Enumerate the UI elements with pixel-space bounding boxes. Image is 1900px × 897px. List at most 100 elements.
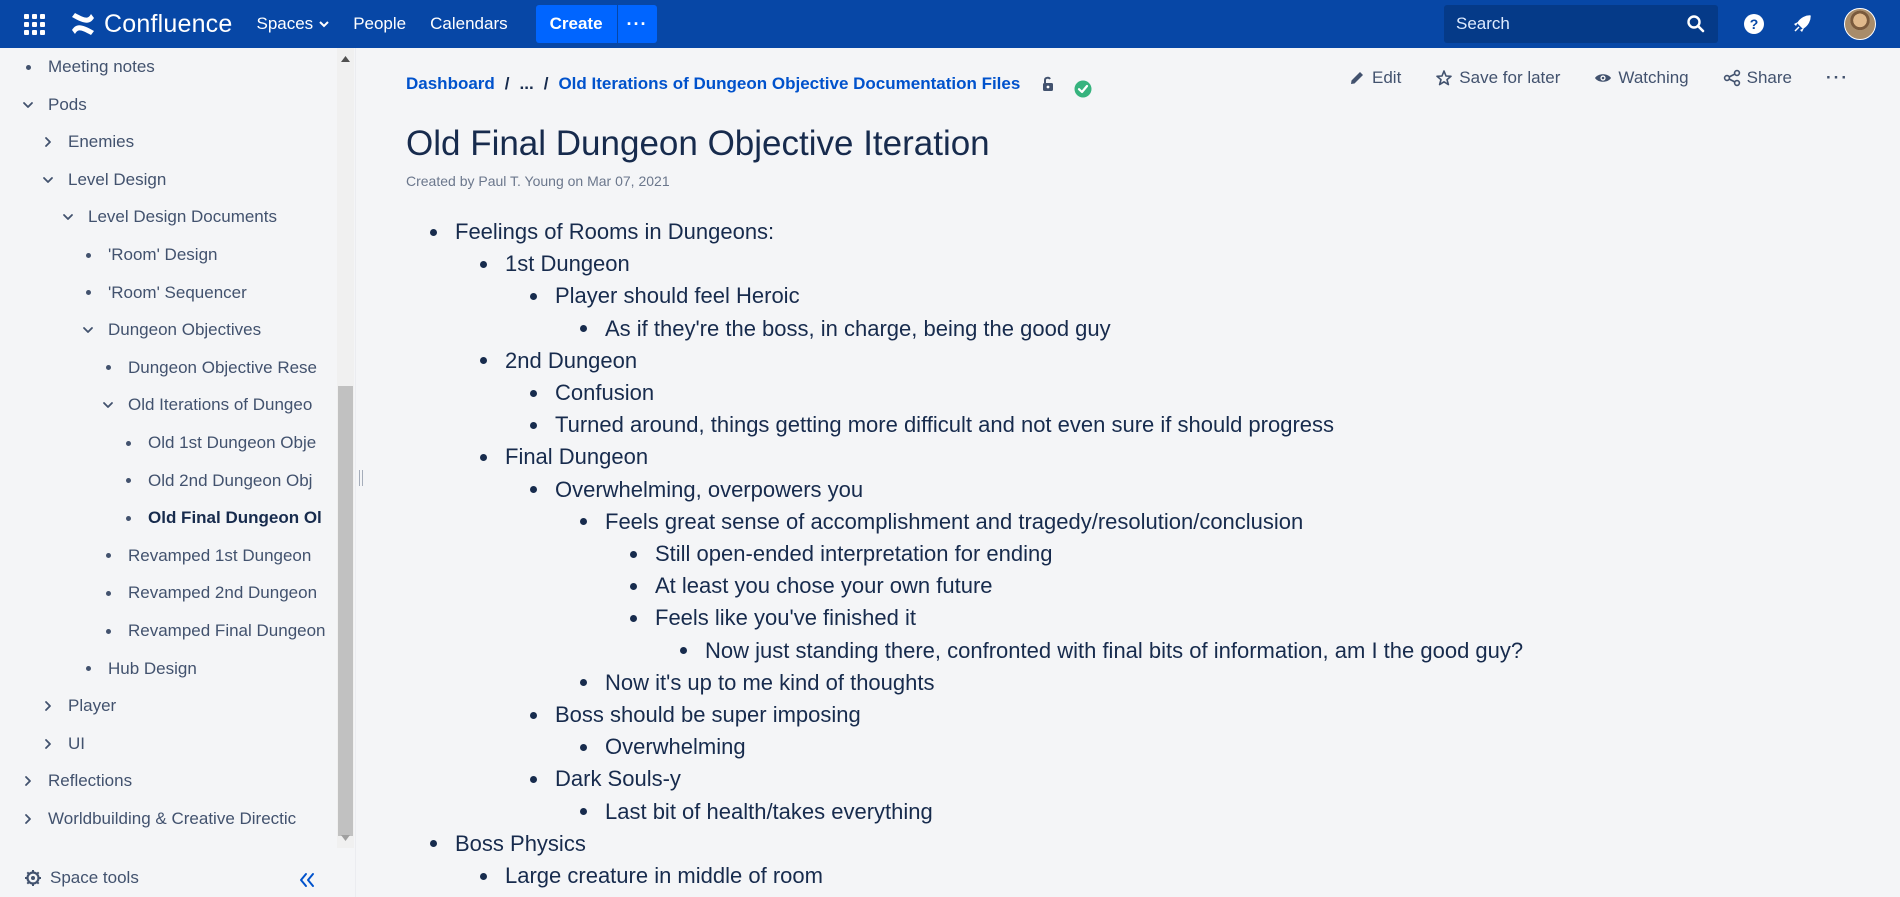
share-label: Share — [1746, 68, 1793, 87]
svg-text:?: ? — [1750, 16, 1759, 32]
scrollbar-thumb[interactable] — [338, 386, 353, 836]
gear-icon — [25, 870, 41, 886]
sidebar-item-label: Meeting notes — [48, 57, 155, 76]
sidebar-item-label: Player — [68, 696, 117, 716]
sidebar-item-label: Old 1st Dungeon Obje — [148, 433, 317, 452]
sidebar-item[interactable]: Old Final Dungeon Ol — [120, 503, 322, 533]
nav-people[interactable]: People — [353, 14, 406, 34]
create-more-button[interactable]: ··· — [616, 5, 657, 43]
chevron-down-icon[interactable] — [40, 172, 56, 188]
sidebar-item[interactable]: Revamped 2nd Dungeon — [100, 578, 317, 608]
list-item-text: Overwhelming — [605, 734, 746, 760]
sidebar-item[interactable]: Revamped 1st Dungeon — [100, 541, 311, 571]
sidebar-scrollbar[interactable] — [337, 48, 354, 848]
app-switcher-icon[interactable] — [10, 0, 58, 48]
edit-label: Edit — [1372, 68, 1402, 87]
bullet-dot-icon — [530, 486, 537, 494]
sidebar-item[interactable]: Hub Design — [80, 654, 197, 684]
sidebar-item[interactable]: 'Room' Sequencer — [80, 278, 247, 308]
sidebar-item-label: Old Iterations of Dungeo — [128, 395, 313, 415]
scroll-up-arrow-icon[interactable] — [337, 50, 354, 67]
chevron-down-icon[interactable] — [80, 322, 96, 338]
sidebar-item[interactable]: Old 1st Dungeon Obje — [120, 428, 316, 458]
space-tools-button[interactable]: Space tools — [24, 868, 139, 888]
chevron-right-icon[interactable] — [20, 773, 36, 789]
sidebar-item[interactable]: Worldbuilding & Creative Directic — [20, 804, 296, 834]
share-button[interactable]: Share — [1723, 68, 1792, 88]
sidebar-item[interactable]: Dungeon Objective Rese — [100, 353, 317, 383]
nav-spaces[interactable]: Spaces — [256, 14, 329, 34]
nav-calendars-label: Calendars — [430, 14, 508, 33]
sidebar-item[interactable]: 'Room' Design — [80, 240, 217, 270]
sidebar-item[interactable]: Old Iterations of Dungeo — [100, 390, 312, 420]
page-byline: Created by Paul T. Young on Mar 07, 2021 — [406, 173, 670, 189]
more-actions-icon[interactable]: ··· — [1826, 68, 1849, 88]
bullet-dot-icon — [120, 510, 136, 526]
list-item-text: As if they're the boss, in charge, being… — [605, 315, 1111, 341]
unlock-icon[interactable] — [1040, 75, 1058, 93]
sidebar-item[interactable]: Meeting notes — [20, 52, 155, 82]
chevron-right-icon[interactable] — [40, 134, 56, 150]
more-icon: ··· — [626, 14, 648, 34]
chevron-down-icon[interactable] — [60, 209, 76, 225]
chevron-down-icon[interactable] — [100, 397, 116, 413]
breadcrumb-ellipsis[interactable]: ... — [520, 74, 534, 94]
avatar[interactable] — [1844, 8, 1876, 40]
confluence-logo[interactable]: Confluence — [70, 10, 232, 39]
bullet-dot-icon — [480, 357, 487, 365]
chevron-right-icon[interactable] — [20, 811, 36, 827]
bullet-dot-icon — [480, 260, 487, 268]
collapse-sidebar-icon[interactable] — [297, 870, 317, 890]
breadcrumb-dashboard[interactable]: Dashboard — [406, 74, 495, 94]
sidebar-item[interactable]: Pods — [20, 90, 87, 120]
sidebar-item[interactable]: Old 2nd Dungeon Obj — [120, 466, 312, 496]
chevron-right-icon[interactable] — [40, 698, 56, 714]
notifications-icon[interactable] — [1790, 12, 1814, 36]
main-content: Dashboard / ... / Old Iterations of Dung… — [366, 48, 1900, 897]
watching-button[interactable]: Watching — [1594, 68, 1689, 88]
bullet-dot-icon — [100, 548, 116, 564]
sidebar-item[interactable]: Reflections — [20, 766, 132, 796]
bullet-dot-icon — [430, 228, 437, 236]
sidebar-item-label: Old 2nd Dungeon Obj — [148, 470, 313, 490]
logo-text: Confluence — [104, 9, 233, 38]
create-button[interactable]: Create — [535, 5, 617, 43]
search-icon[interactable] — [1686, 14, 1706, 34]
bullet-dot-icon — [530, 711, 537, 719]
sidebar-item[interactable]: Level Design Documents — [60, 202, 277, 232]
sidebar-item[interactable]: Enemies — [40, 127, 134, 157]
list-item-text: Turned around, things getting more diffi… — [555, 412, 1335, 438]
sidebar-item[interactable]: Level Design — [40, 165, 166, 195]
list-item-text: 2nd Dungeon — [505, 347, 638, 373]
sidebar-resize-handle[interactable] — [357, 470, 365, 490]
bullet-dot-icon — [530, 421, 537, 429]
save-for-later-button[interactable]: Save for later — [1435, 68, 1560, 88]
create-group: Create ··· — [535, 5, 657, 43]
sidebar-item[interactable]: Player — [40, 691, 116, 721]
share-icon — [1723, 69, 1740, 87]
sidebar-item-label: Level Design Documents — [88, 207, 277, 227]
chevron-down-icon[interactable] — [20, 97, 36, 113]
list-item: Feelings of Rooms in Dungeons: — [430, 216, 774, 248]
sidebar-item[interactable]: Dungeon Objectives — [80, 315, 261, 345]
bullet-dot-icon — [580, 679, 587, 687]
bullet-dot-icon — [120, 435, 136, 451]
edit-button[interactable]: Edit — [1348, 68, 1401, 88]
breadcrumb-parent[interactable]: Old Iterations of Dungeon Objective Docu… — [558, 74, 1020, 94]
search-input[interactable] — [1456, 14, 1676, 34]
bullet-dot-icon — [580, 808, 587, 816]
sidebar-item-label: 'Room' Sequencer — [108, 282, 247, 302]
sidebar-item[interactable]: Revamped Final Dungeon — [100, 616, 326, 646]
list-item-text: Overwhelming, overpowers you — [555, 476, 864, 502]
list-item: Feels like you've finished it — [630, 602, 916, 634]
chevron-right-icon[interactable] — [40, 736, 56, 752]
help-icon[interactable]: ? — [1742, 12, 1766, 36]
sidebar-item-label: Worldbuilding & Creative Directic — [48, 809, 297, 828]
nav-calendars[interactable]: Calendars — [430, 14, 508, 34]
list-item: 1st Dungeon — [480, 248, 630, 280]
list-item: Overwhelming — [580, 731, 746, 763]
sidebar-item[interactable]: UI — [40, 729, 85, 759]
list-item-text: Feelings of Rooms in Dungeons: — [455, 219, 775, 244]
bullet-dot-icon — [120, 473, 136, 489]
scroll-down-arrow-icon[interactable] — [337, 829, 354, 846]
